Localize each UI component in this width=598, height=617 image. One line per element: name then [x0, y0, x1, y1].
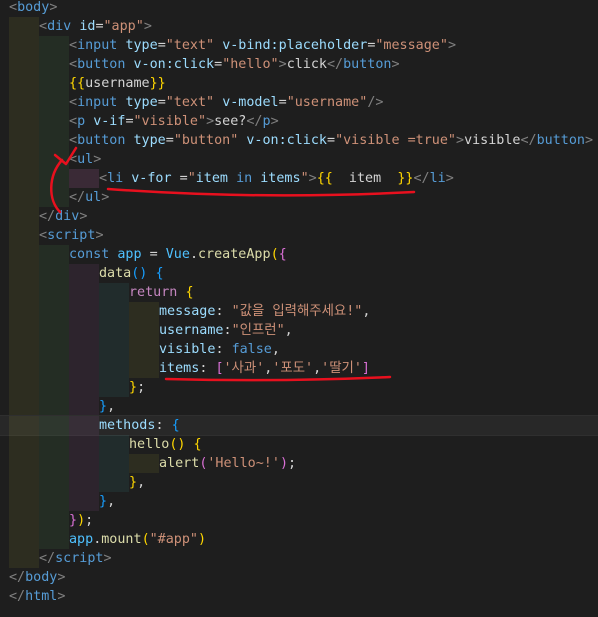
- annotation-check-mark: [53, 146, 78, 166]
- annotation-bracket-mark: [50, 158, 64, 214]
- annotation-underline-li: [106, 187, 416, 197]
- annotation-underline-items: [164, 375, 392, 382]
- red-annotations: [50, 146, 416, 382]
